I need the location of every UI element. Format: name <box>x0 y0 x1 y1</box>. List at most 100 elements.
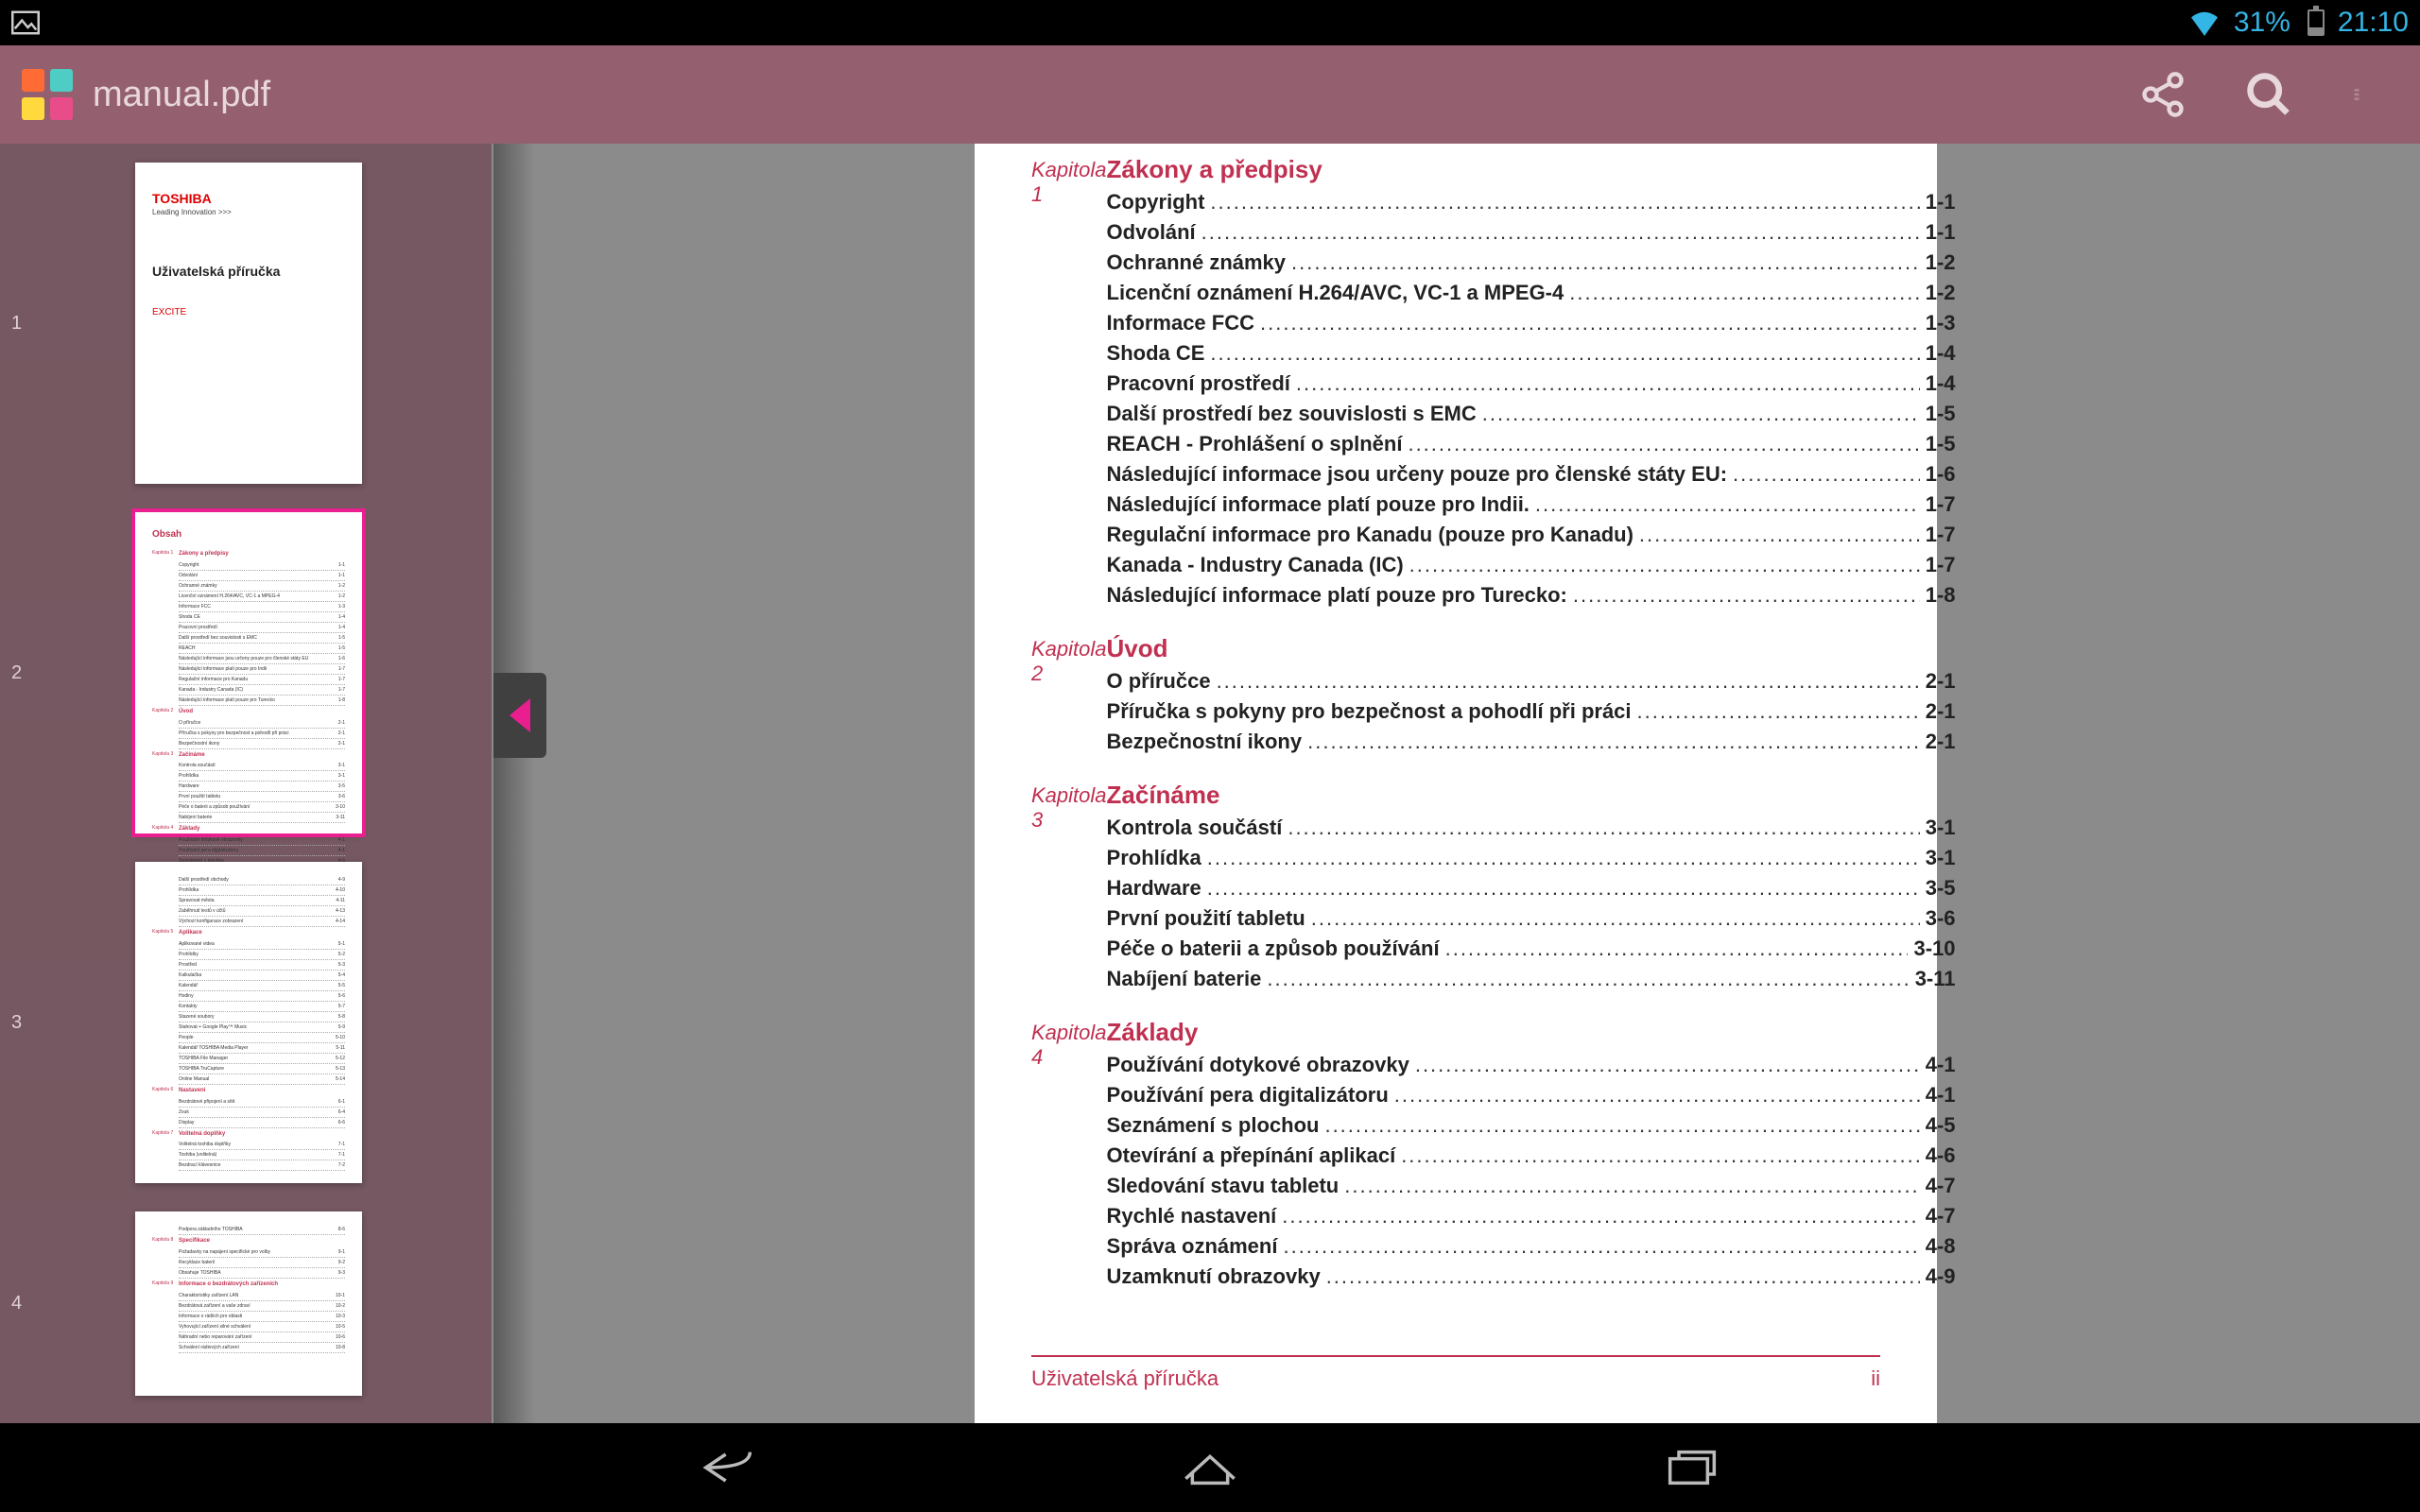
toc-chapter-body: Základy Používání dotykové obrazovky.....… <box>1107 1018 1956 1289</box>
toc-entry-title: Regulační informace pro Kanadu (pouze pr… <box>1107 523 1634 547</box>
toc-entry[interactable]: Rychlé nastavení........................… <box>1107 1204 1956 1228</box>
thumbnail-sidebar[interactable]: 1 TOSHIBA Leading Innovation >>> Uživate… <box>0 144 492 1423</box>
toc-entry[interactable]: Prohlídka...............................… <box>1107 846 1956 870</box>
thumbnail-4[interactable]: 4 Podpora základního TOSHIBA8-6 Kapitola… <box>0 1211 492 1396</box>
toc-entry-title: O příručce <box>1107 669 1211 694</box>
toc-entry-title: Následující informace platí pouze pro Tu… <box>1107 583 1567 608</box>
toc-entry[interactable]: Pracovní prostředí......................… <box>1107 371 1956 396</box>
toc-entry-dots: ........................................… <box>1217 669 1920 694</box>
toc-chapter-label: Kapitola 3 <box>1031 781 1107 991</box>
toc-entry[interactable]: Regulační informace pro Kanadu (pouze pr… <box>1107 523 1956 547</box>
toc-entry[interactable]: Hardware................................… <box>1107 876 1956 901</box>
thumb-brand: TOSHIBA <box>152 191 345 206</box>
toc-entry[interactable]: Otevírání a přepínání aplikací..........… <box>1107 1143 1956 1168</box>
toc-entry-dots: ........................................… <box>1409 553 1920 577</box>
toc-entry-page: 1-4 <box>1926 371 1956 396</box>
toc-chapter-body: Zákony a předpisy Copyright..............… <box>1107 155 1956 608</box>
toc-entry[interactable]: První použití tabletu...................… <box>1107 906 1956 931</box>
thumb-title: Uživatelská příručka <box>152 264 345 279</box>
toc-entry[interactable]: Používání dotykové obrazovky............… <box>1107 1053 1956 1077</box>
toc-entry[interactable]: Péče o baterii a způsob používání.......… <box>1107 936 1956 961</box>
toc-chapter-title[interactable]: Zákony a předpisy <box>1107 155 1956 184</box>
toc-entry-title: Následující informace platí pouze pro In… <box>1107 492 1530 517</box>
thumbnail-3[interactable]: 3 Další prostředí obchody4-9Prohlídka4-1… <box>0 862 492 1183</box>
toc-entry-page: 1-8 <box>1926 583 1956 608</box>
toc-entry[interactable]: Správa oznámení.........................… <box>1107 1234 1956 1259</box>
share-icon[interactable] <box>2138 70 2187 119</box>
toc-entry[interactable]: Informace FCC...........................… <box>1107 311 1956 335</box>
toc-entry-title: Sledování stavu tabletu <box>1107 1174 1340 1198</box>
toc-entry-title: První použití tabletu <box>1107 906 1305 931</box>
toc-entry-dots: ........................................… <box>1569 281 1919 305</box>
toc-entry-page: 3-6 <box>1926 906 1956 931</box>
toc-entry[interactable]: Kontrola součástí.......................… <box>1107 816 1956 840</box>
toc-entry-dots: ........................................… <box>1311 906 1920 931</box>
back-button[interactable] <box>695 1441 761 1494</box>
toc-entry[interactable]: Příručka s pokyny pro bezpečnost a pohod… <box>1107 699 1956 724</box>
toc-entry-page: 4-1 <box>1926 1083 1956 1108</box>
toc-entry[interactable]: Ochranné známky.........................… <box>1107 250 1956 275</box>
overflow-menu-icon[interactable] <box>2350 70 2363 119</box>
toc-entry-page: 4-7 <box>1926 1204 1956 1228</box>
toc-entry[interactable]: Následující informace platí pouze pro Tu… <box>1107 583 1956 608</box>
recent-apps-button[interactable] <box>1659 1441 1725 1494</box>
toc-entry-title: Bezpečnostní ikony <box>1107 730 1303 754</box>
toc-chapter-title[interactable]: Úvod <box>1107 634 1956 663</box>
app-bar: manual.pdf <box>0 45 2420 144</box>
toc-chapter-title[interactable]: Začínáme <box>1107 781 1956 810</box>
toc-entry-dots: ........................................… <box>1282 1204 1919 1228</box>
toc-entry-title: Ochranné známky <box>1107 250 1287 275</box>
toc-entry-page: 1-5 <box>1926 402 1956 426</box>
toc-entry-title: Otevírání a přepínání aplikací <box>1107 1143 1396 1168</box>
toc-entry-page: 1-7 <box>1926 492 1956 517</box>
toc-entry[interactable]: Sledování stavu tabletu.................… <box>1107 1174 1956 1198</box>
home-button[interactable] <box>1177 1441 1243 1494</box>
document-page: Kapitola 1Zákony a předpisyCopyright....… <box>975 144 1937 1423</box>
toc-entry-dots: ........................................… <box>1535 492 1920 517</box>
toc-entry-dots: ........................................… <box>1324 1113 1919 1138</box>
toc-entry-dots: ........................................… <box>1445 936 1909 961</box>
toc-entry[interactable]: Seznámení s plochou.....................… <box>1107 1113 1956 1138</box>
toc-entry[interactable]: REACH - Prohlášení o splnění............… <box>1107 432 1956 456</box>
toc-entry-title: Shoda CE <box>1107 341 1205 366</box>
toc-entry-title: Následující informace jsou určeny pouze … <box>1107 462 1728 487</box>
thumbnail-1[interactable]: 1 TOSHIBA Leading Innovation >>> Uživate… <box>0 163 492 484</box>
toc-entry[interactable]: Shoda CE................................… <box>1107 341 1956 366</box>
toc-entry[interactable]: Následující informace platí pouze pro In… <box>1107 492 1956 517</box>
toc-entry[interactable]: Bezpečnostní ikony......................… <box>1107 730 1956 754</box>
toc-entry-page: 1-7 <box>1926 523 1956 547</box>
toc-entry-dots: ........................................… <box>1639 523 1920 547</box>
toc-entry-title: Kontrola součástí <box>1107 816 1283 840</box>
toc-chapter-title[interactable]: Základy <box>1107 1018 1956 1047</box>
toc-entry[interactable]: Uzamknutí obrazovky.....................… <box>1107 1264 1956 1289</box>
toc-entry-page: 1-4 <box>1926 341 1956 366</box>
toc-entry-dots: ........................................… <box>1637 699 1920 724</box>
toc-entry[interactable]: Nabíjení baterie........................… <box>1107 967 1956 991</box>
toc-entry[interactable]: Licenční oznámení H.264/AVC, VC-1 a MPEG… <box>1107 281 1956 305</box>
toc-entry-dots: ........................................… <box>1408 432 1919 456</box>
toc-entry[interactable]: O příručce..............................… <box>1107 669 1956 694</box>
toc-entry[interactable]: Odvolání................................… <box>1107 220 1956 245</box>
document-viewer[interactable]: Kapitola 1Zákony a předpisyCopyright....… <box>492 144 2420 1423</box>
toc-entry-title: Používání pera digitalizátoru <box>1107 1083 1389 1108</box>
toc-entry-page: 3-10 <box>1913 936 1955 961</box>
toc-entry-page: 2-1 <box>1926 699 1956 724</box>
toc-entry[interactable]: Následující informace jsou určeny pouze … <box>1107 462 1956 487</box>
sidebar-collapse-handle[interactable] <box>493 673 546 758</box>
toc-entry[interactable]: Kanada - Industry Canada (IC)...........… <box>1107 553 1956 577</box>
toc-entry-dots: ........................................… <box>1482 402 1920 426</box>
thumbnail-2[interactable]: 2 Obsah Kapitola 1Zákony a předpisyCopyr… <box>0 512 492 833</box>
footer-title: Uživatelská příručka <box>1031 1366 1219 1391</box>
toc-entry[interactable]: Používání pera digitalizátoru...........… <box>1107 1083 1956 1108</box>
toc-entry-dots: ........................................… <box>1326 1264 1920 1289</box>
wifi-icon <box>2188 9 2221 36</box>
toc-chapter-body: Začínáme Kontrola součástí...............… <box>1107 781 1956 991</box>
toc-entry-page: 2-1 <box>1926 669 1956 694</box>
toc-chapter: Kapitola 3ZačínámeKontrola součástí.....… <box>1031 781 1880 991</box>
toc-entry-title: REACH - Prohlášení o splnění <box>1107 432 1403 456</box>
toc-entry[interactable]: Další prostředí bez souvislosti s EMC...… <box>1107 402 1956 426</box>
search-icon[interactable] <box>2244 70 2293 119</box>
toc-entry[interactable]: Copyright...............................… <box>1107 190 1956 215</box>
status-time: 21:10 <box>2338 7 2409 39</box>
toc-entry-page: 1-2 <box>1926 281 1956 305</box>
